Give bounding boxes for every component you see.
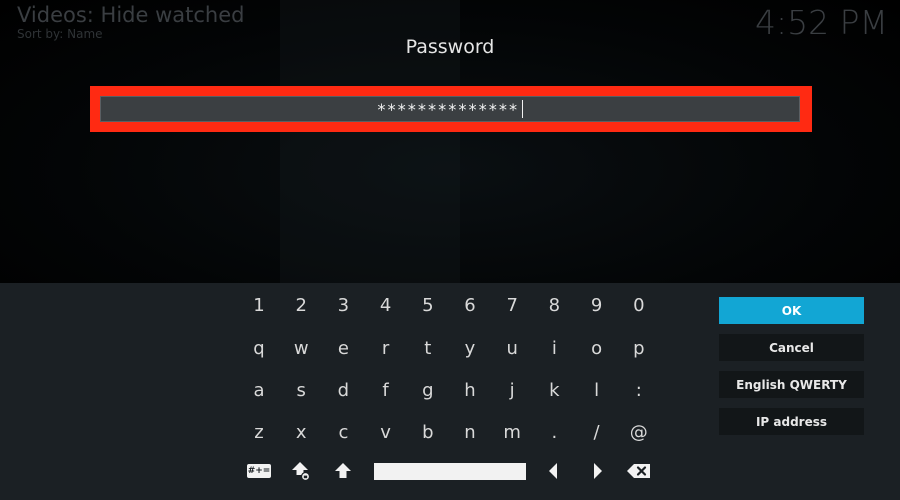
keyboard-key[interactable]: o bbox=[577, 330, 617, 366]
keyboard-key[interactable]: c bbox=[323, 414, 363, 450]
keyboard-key[interactable]: s bbox=[281, 372, 321, 408]
space-bar[interactable] bbox=[374, 463, 526, 480]
ip-address-button[interactable]: IP address bbox=[719, 408, 864, 435]
keyboard-key[interactable]: n bbox=[450, 414, 490, 450]
password-value: ************** bbox=[376, 99, 519, 119]
keyboard-key[interactable]: y bbox=[450, 330, 490, 366]
keyboard-key[interactable]: / bbox=[577, 414, 617, 450]
keyboard-key[interactable]: 8 bbox=[534, 287, 574, 323]
keyboard-key[interactable]: @ bbox=[619, 414, 659, 450]
keyboard-key[interactable]: e bbox=[323, 330, 363, 366]
keyboard-key[interactable]: j bbox=[492, 372, 532, 408]
keyboard-key[interactable]: r bbox=[366, 330, 406, 366]
keyboard-layout-button[interactable]: English QWERTY bbox=[719, 371, 864, 398]
keyboard-key[interactable]: b bbox=[408, 414, 448, 450]
keyboard-key[interactable]: z bbox=[239, 414, 279, 450]
keyboard-key[interactable]: x bbox=[281, 414, 321, 450]
cursor-left-icon[interactable] bbox=[533, 453, 573, 489]
caps-lock-icon[interactable] bbox=[281, 453, 321, 489]
keyboard-key[interactable]: l bbox=[577, 372, 617, 408]
cancel-button[interactable]: Cancel bbox=[719, 334, 864, 361]
keyboard-key[interactable]: 1 bbox=[239, 287, 279, 323]
keyboard-key[interactable]: u bbox=[492, 330, 532, 366]
keyboard-key[interactable]: m bbox=[492, 414, 532, 450]
text-caret bbox=[522, 100, 524, 118]
keyboard-key[interactable]: : bbox=[619, 372, 659, 408]
keyboard-key[interactable]: 9 bbox=[577, 287, 617, 323]
symbols-toggle-icon[interactable]: #+= bbox=[239, 453, 279, 489]
keyboard-key[interactable]: w bbox=[281, 330, 321, 366]
keyboard-key[interactable]: k bbox=[534, 372, 574, 408]
dialog-heading: Password bbox=[405, 36, 495, 58]
kodi-screen: Videos: Hide watched Sort by: Name 4:52 … bbox=[0, 0, 900, 500]
password-input[interactable]: ************** bbox=[100, 96, 800, 122]
keyboard-key[interactable]: t bbox=[408, 330, 448, 366]
keyboard-key[interactable]: . bbox=[534, 414, 574, 450]
keyboard-key[interactable]: f bbox=[366, 372, 406, 408]
keyboard-key[interactable]: 2 bbox=[281, 287, 321, 323]
keyboard-key[interactable]: 0 bbox=[619, 287, 659, 323]
symbols-label: #+= bbox=[247, 466, 271, 476]
view-title: Videos: Hide watched bbox=[17, 3, 245, 27]
keyboard-key[interactable]: i bbox=[534, 330, 574, 366]
keyboard-key[interactable]: p bbox=[619, 330, 659, 366]
keyboard-key[interactable]: d bbox=[323, 372, 363, 408]
keyboard-key[interactable]: v bbox=[366, 414, 406, 450]
backspace-icon[interactable] bbox=[619, 453, 659, 489]
shift-icon[interactable] bbox=[323, 453, 363, 489]
background-area: Videos: Hide watched Sort by: Name 4:52 … bbox=[0, 0, 900, 283]
keyboard-key[interactable]: g bbox=[408, 372, 448, 408]
keyboard-key[interactable]: a bbox=[239, 372, 279, 408]
cursor-right-icon[interactable] bbox=[578, 453, 618, 489]
keyboard-key[interactable]: 6 bbox=[450, 287, 490, 323]
keyboard-key[interactable]: 4 bbox=[366, 287, 406, 323]
keyboard-panel: 1 2 3 4 5 6 7 8 9 0 q w e r t y u i o p a s d f g h j k l: z x c v b n m. / @… bbox=[0, 283, 900, 500]
keyboard-key[interactable]: q bbox=[239, 330, 279, 366]
keyboard-key[interactable]: 5 bbox=[408, 287, 448, 323]
keyboard-key[interactable]: 3 bbox=[323, 287, 363, 323]
input-highlight-box: ************** bbox=[90, 86, 812, 132]
ok-button[interactable]: OK bbox=[719, 297, 864, 324]
keyboard-key[interactable]: 7 bbox=[492, 287, 532, 323]
keyboard-key[interactable]: h bbox=[450, 372, 490, 408]
